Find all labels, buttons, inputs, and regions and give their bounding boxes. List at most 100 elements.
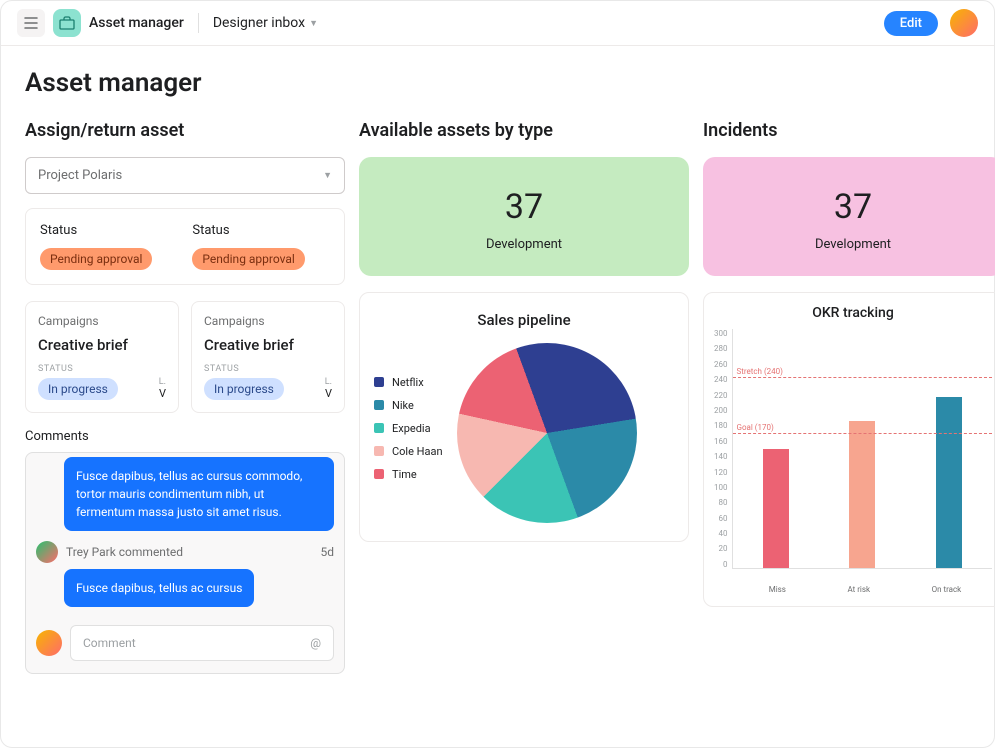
stat-card-incidents: 37 Development (703, 157, 995, 276)
campaigns-row: Campaigns Creative brief STATUS In progr… (25, 301, 345, 413)
comments-box: Fusce dapibus, tellus ac cursus commodo,… (25, 452, 345, 674)
available-heading: Available assets by type (359, 120, 689, 141)
app-icon (53, 9, 81, 37)
stat-label: Development (703, 237, 995, 252)
assign-heading: Assign/return asset (25, 120, 345, 141)
legend-item: Cole Haan (374, 445, 443, 458)
campaign-card[interactable]: Campaigns Creative brief STATUS In progr… (191, 301, 345, 413)
chart-title: OKR tracking (714, 305, 992, 321)
y-tick: 0 (714, 560, 728, 569)
legend-swatch (374, 423, 384, 433)
app-title: Asset manager (89, 15, 184, 31)
comment-time: 5d (320, 545, 334, 559)
legend-item: Time (374, 468, 443, 481)
mention-icon[interactable]: @ (310, 636, 321, 650)
stat-value: 37 (359, 187, 689, 227)
x-tick-label: Miss (769, 585, 786, 594)
x-tick-label: On track (932, 585, 962, 594)
campaigns-label: Campaigns (38, 314, 166, 328)
comment-bubble: Fusce dapibus, tellus ac cursus commodo,… (64, 457, 334, 531)
legend-item: Netflix (374, 376, 443, 389)
status-badge: Pending approval (192, 248, 304, 270)
campaign-title: Creative brief (204, 336, 332, 354)
stat-card-available: 37 Development (359, 157, 689, 276)
y-tick: 200 (714, 406, 728, 415)
y-axis: 3002802602402202001801601401201008060402… (714, 329, 732, 569)
legend-swatch (374, 469, 384, 479)
y-tick: 60 (714, 514, 728, 523)
bar (936, 397, 962, 568)
reference-line (733, 377, 993, 378)
y-tick: 160 (714, 437, 728, 446)
legend-label: Netflix (392, 376, 424, 389)
status-label: Status (192, 223, 304, 238)
y-tick: 240 (714, 375, 728, 384)
bar-plot: Stretch (240) Goal (170) (732, 329, 993, 569)
menu-button[interactable] (17, 9, 45, 37)
status-label: Status (40, 223, 152, 238)
bar (849, 421, 875, 568)
stat-value: 37 (703, 187, 995, 227)
comment-placeholder: Comment (83, 636, 136, 650)
y-tick: 180 (714, 421, 728, 430)
topbar: Asset manager Designer inbox ▼ Edit (1, 1, 994, 46)
comments-heading: Comments (25, 429, 345, 444)
commenter-avatar (36, 541, 58, 563)
project-select-value: Project Polaris (38, 168, 122, 183)
bar (763, 449, 789, 569)
legend-swatch (374, 400, 384, 410)
y-tick: 300 (714, 329, 728, 338)
campaign-title: Creative brief (38, 336, 166, 354)
x-axis-labels: Miss At risk On track (738, 585, 992, 594)
current-user-avatar (36, 630, 62, 656)
l-col-header: L. (159, 377, 166, 387)
bars (733, 329, 993, 568)
comment-author: Trey Park commented (66, 545, 312, 559)
comment-bubble: Fusce dapibus, tellus ac cursus (64, 569, 254, 607)
y-tick: 120 (714, 468, 728, 477)
campaign-status: In progress (38, 378, 118, 400)
briefcase-icon (59, 16, 75, 30)
assign-panel: Assign/return asset Project Polaris ▼ St… (25, 120, 345, 674)
incidents-panel: Incidents 37 Development OKR tracking 30… (703, 120, 995, 674)
available-panel: Available assets by type 37 Development … (359, 120, 689, 674)
incidents-heading: Incidents (703, 120, 995, 141)
reference-label: Goal (170) (737, 423, 774, 432)
legend-swatch (374, 446, 384, 456)
campaign-status: In progress (204, 378, 284, 400)
l-col-header: L. (325, 377, 332, 387)
divider (198, 13, 199, 33)
reference-line (733, 433, 993, 434)
y-tick: 260 (714, 360, 728, 369)
campaigns-label: Campaigns (204, 314, 332, 328)
legend-label: Nike (392, 399, 414, 412)
chart-title: Sales pipeline (374, 311, 674, 329)
pie-chart (457, 343, 637, 523)
y-tick: 220 (714, 391, 728, 400)
user-avatar[interactable] (950, 9, 978, 37)
chevron-down-icon: ▼ (309, 18, 318, 29)
page-title: Asset manager (1, 46, 994, 120)
x-tick-label: At risk (847, 585, 870, 594)
y-tick: 280 (714, 344, 728, 353)
status-badge: Pending approval (40, 248, 152, 270)
comment-input[interactable]: Comment @ (70, 625, 334, 661)
status-col-header: STATUS (38, 364, 118, 374)
hamburger-icon (24, 17, 38, 29)
legend-item: Expedia (374, 422, 443, 435)
edit-button[interactable]: Edit (884, 11, 938, 36)
chevron-down-icon: ▼ (323, 170, 332, 181)
y-tick: 80 (714, 498, 728, 507)
campaign-card[interactable]: Campaigns Creative brief STATUS In progr… (25, 301, 179, 413)
legend-item: Nike (374, 399, 443, 412)
status-col-header: STATUS (204, 364, 284, 374)
comments-section: Comments Fusce dapibus, tellus ac cursus… (25, 429, 345, 674)
project-select[interactable]: Project Polaris ▼ (25, 157, 345, 194)
workspace-dropdown[interactable]: Designer inbox ▼ (213, 15, 318, 31)
y-tick: 140 (714, 452, 728, 461)
l-value: V (159, 387, 166, 400)
pie-chart-card: Sales pipeline Netflix Nike Expedia Cole Ha… (359, 292, 689, 542)
reference-label: Stretch (240) (737, 367, 783, 376)
okr-chart-card: OKR tracking 300280260240220200180160140… (703, 292, 995, 607)
y-tick: 20 (714, 544, 728, 553)
